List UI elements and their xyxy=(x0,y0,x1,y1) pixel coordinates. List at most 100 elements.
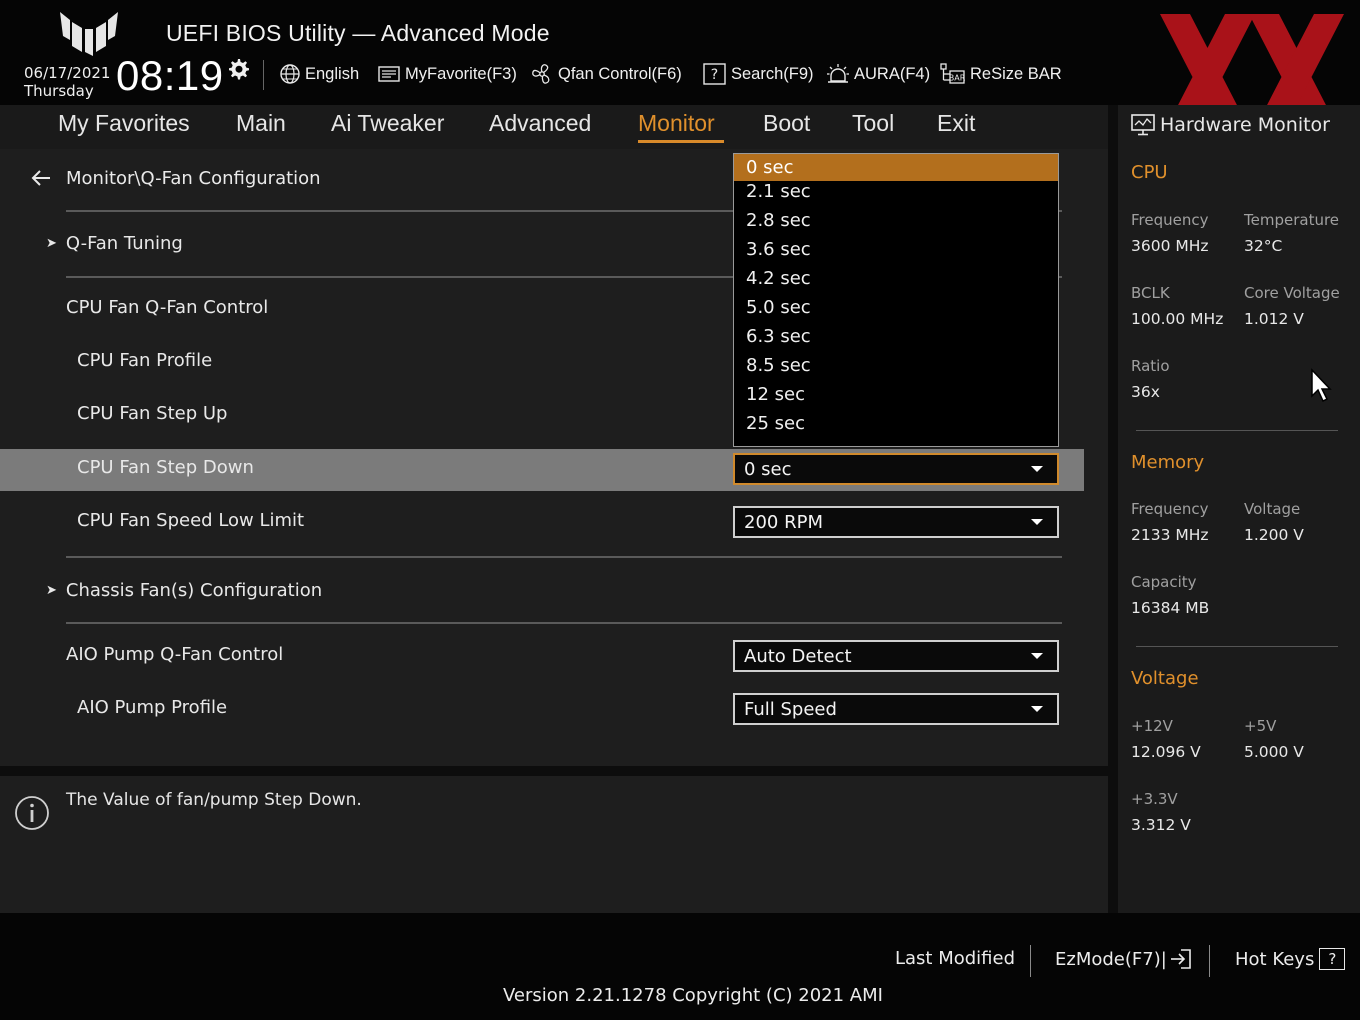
hw-memory-section: Memory xyxy=(1131,452,1205,473)
cpu-fan-step-down-select[interactable]: 0 sec xyxy=(733,453,1059,485)
hardware-monitor-title: Hardware Monitor xyxy=(1160,114,1330,136)
hw-voltage-section: Voltage xyxy=(1131,668,1199,689)
aio-pump-profile-label: AIO Pump Profile xyxy=(77,697,228,718)
hw-cpu-temperature: 32°C xyxy=(1244,237,1283,255)
breadcrumb-path: Monitor\Q-Fan Configuration xyxy=(66,167,321,189)
active-tab-indicator xyxy=(638,140,724,143)
tab-tool[interactable]: Tool xyxy=(852,110,894,137)
hw-mem-voltage-label: Voltage xyxy=(1244,500,1301,518)
search-help-icon: ? xyxy=(703,63,726,85)
back-arrow-icon[interactable] xyxy=(30,169,52,187)
hw-divider xyxy=(1136,646,1338,647)
clock-display: 08:19 xyxy=(116,52,224,99)
hw-cpu-temperature-label: Temperature xyxy=(1244,211,1340,229)
select-value: Auto Detect xyxy=(744,645,852,667)
language-button[interactable]: English xyxy=(279,60,359,88)
hw-5v: 5.000 V xyxy=(1244,743,1304,761)
tab-boot[interactable]: Boot xyxy=(763,110,810,137)
tab-main[interactable]: Main xyxy=(236,110,286,137)
footer-divider xyxy=(1209,945,1210,977)
hw-cpu-frequency-label: Frequency xyxy=(1131,211,1209,229)
ezmode-label: EzMode(F7)| xyxy=(1055,948,1167,970)
aio-pump-qfan-control-select[interactable]: Auto Detect xyxy=(733,640,1059,672)
hw-divider xyxy=(1136,430,1338,431)
aio-pump-qfan-control-label: AIO Pump Q-Fan Control xyxy=(66,644,284,665)
ezmode-button[interactable]: EzMode(F7)| xyxy=(1055,948,1193,970)
globe-icon xyxy=(280,64,300,84)
hw-cpu-section: CPU xyxy=(1131,162,1168,183)
chassis-fans-submenu[interactable]: ➤ Chassis Fan(s) Configuration xyxy=(46,580,322,601)
qfan-control-button[interactable]: Qfan Control(F6) xyxy=(530,60,682,88)
dropdown-caret-icon xyxy=(1031,466,1043,472)
qfan-tuning-label: Q-Fan Tuning xyxy=(65,233,183,254)
hot-keys-label: Hot Keys xyxy=(1235,948,1315,970)
cpu-fan-speed-low-limit-select[interactable]: 200 RPM xyxy=(733,506,1059,538)
hw-bclk: 100.00 MHz xyxy=(1131,310,1224,328)
last-modified-button[interactable]: Last Modified xyxy=(895,948,1015,969)
cpu-fan-qfan-control-label[interactable]: CPU Fan Q-Fan Control xyxy=(66,297,268,318)
dropdown-option[interactable]: 4.2 sec xyxy=(734,265,1058,292)
dropdown-option[interactable]: 2.8 sec xyxy=(734,207,1058,234)
hw-cpu-frequency: 3600 MHz xyxy=(1131,237,1209,255)
search-label: Search(F9) xyxy=(731,64,814,83)
select-value: 0 sec xyxy=(744,458,792,480)
breadcrumb: Monitor\Q-Fan Configuration xyxy=(30,164,321,192)
dropdown-option[interactable]: 2.1 sec xyxy=(734,178,1058,205)
qfan-tuning-submenu[interactable]: ➤ Q-Fan Tuning xyxy=(46,233,183,254)
hw-3v3: 3.312 V xyxy=(1131,816,1191,834)
app-title: UEFI BIOS Utility — Advanced Mode xyxy=(166,20,550,46)
dropdown-option[interactable]: 6.3 sec xyxy=(734,323,1058,350)
footer-divider xyxy=(1030,945,1031,977)
hw-3v3-label: +3.3V xyxy=(1131,790,1178,808)
tuf-logo xyxy=(60,12,118,56)
tab-monitor[interactable]: Monitor xyxy=(638,110,715,137)
dropdown-option[interactable]: 3.6 sec xyxy=(734,236,1058,263)
dropdown-caret-icon xyxy=(1031,706,1043,712)
hw-capacity: 16384 MB xyxy=(1131,599,1210,617)
qfan-control-label: Qfan Control(F6) xyxy=(558,64,682,83)
version-text: Version 2.21.1278 Copyright (C) 2021 AMI xyxy=(503,985,883,1006)
aio-pump-profile-select[interactable]: Full Speed xyxy=(733,693,1059,725)
cpu-fan-step-up-label[interactable]: CPU Fan Step Up xyxy=(77,403,228,424)
dropdown-option[interactable]: 25 sec xyxy=(734,410,1058,437)
tab-ai-tweaker[interactable]: Ai Tweaker xyxy=(331,110,444,137)
tab-my-favorites[interactable]: My Favorites xyxy=(58,110,190,137)
hw-core-voltage: 1.012 V xyxy=(1244,310,1304,328)
tab-exit[interactable]: Exit xyxy=(937,110,975,137)
help-text: The Value of fan/pump Step Down. xyxy=(66,790,362,810)
monitor-icon xyxy=(1131,114,1155,136)
hw-mem-voltage: 1.200 V xyxy=(1244,526,1304,544)
gear-icon[interactable] xyxy=(226,57,250,81)
tab-advanced[interactable]: Advanced xyxy=(489,110,591,137)
exit-to-ezmode-icon xyxy=(1170,949,1191,969)
hw-ratio: 36x xyxy=(1131,383,1160,401)
weekday-display: Thursday xyxy=(24,82,94,100)
mouse-cursor-icon xyxy=(1311,368,1332,403)
myfavorite-button[interactable]: MyFavorite(F3) xyxy=(377,60,517,88)
hw-capacity-label: Capacity xyxy=(1131,573,1197,591)
aura-button[interactable]: AURA(F4) xyxy=(826,60,930,88)
dropdown-caret-icon xyxy=(1031,653,1043,659)
dropdown-option[interactable]: 5.0 sec xyxy=(734,294,1058,321)
chevron-right-icon: ➤ xyxy=(46,236,57,251)
step-down-options-list[interactable]: 0 sec 2.1 sec 2.8 sec 3.6 sec 4.2 sec 5.… xyxy=(733,153,1059,447)
hw-12v: 12.096 V xyxy=(1131,743,1201,761)
dropdown-option[interactable]: 8.5 sec xyxy=(734,352,1058,379)
hw-12v-label: +12V xyxy=(1131,717,1173,735)
info-icon xyxy=(15,796,49,830)
language-label: English xyxy=(305,64,360,83)
hw-bclk-label: BCLK xyxy=(1131,284,1170,302)
dropdown-option[interactable]: 12 sec xyxy=(734,381,1058,408)
favorite-list-icon xyxy=(378,66,400,82)
search-button[interactable]: ? Search(F9) xyxy=(703,60,814,88)
aura-light-icon xyxy=(827,64,849,83)
cpu-fan-speed-low-limit-label: CPU Fan Speed Low Limit xyxy=(77,510,305,531)
dropdown-option[interactable]: 0 sec xyxy=(734,154,1058,181)
resize-bar-button[interactable]: BAR ReSize BAR xyxy=(940,60,1062,88)
chevron-right-icon: ➤ xyxy=(46,583,57,598)
hw-ratio-label: Ratio xyxy=(1131,357,1170,375)
hot-keys-button[interactable]: Hot Keys ? xyxy=(1235,948,1346,970)
aura-label: AURA(F4) xyxy=(854,64,931,83)
resize-bar-icon: BAR xyxy=(940,63,966,84)
cpu-fan-profile-label[interactable]: CPU Fan Profile xyxy=(77,350,212,371)
